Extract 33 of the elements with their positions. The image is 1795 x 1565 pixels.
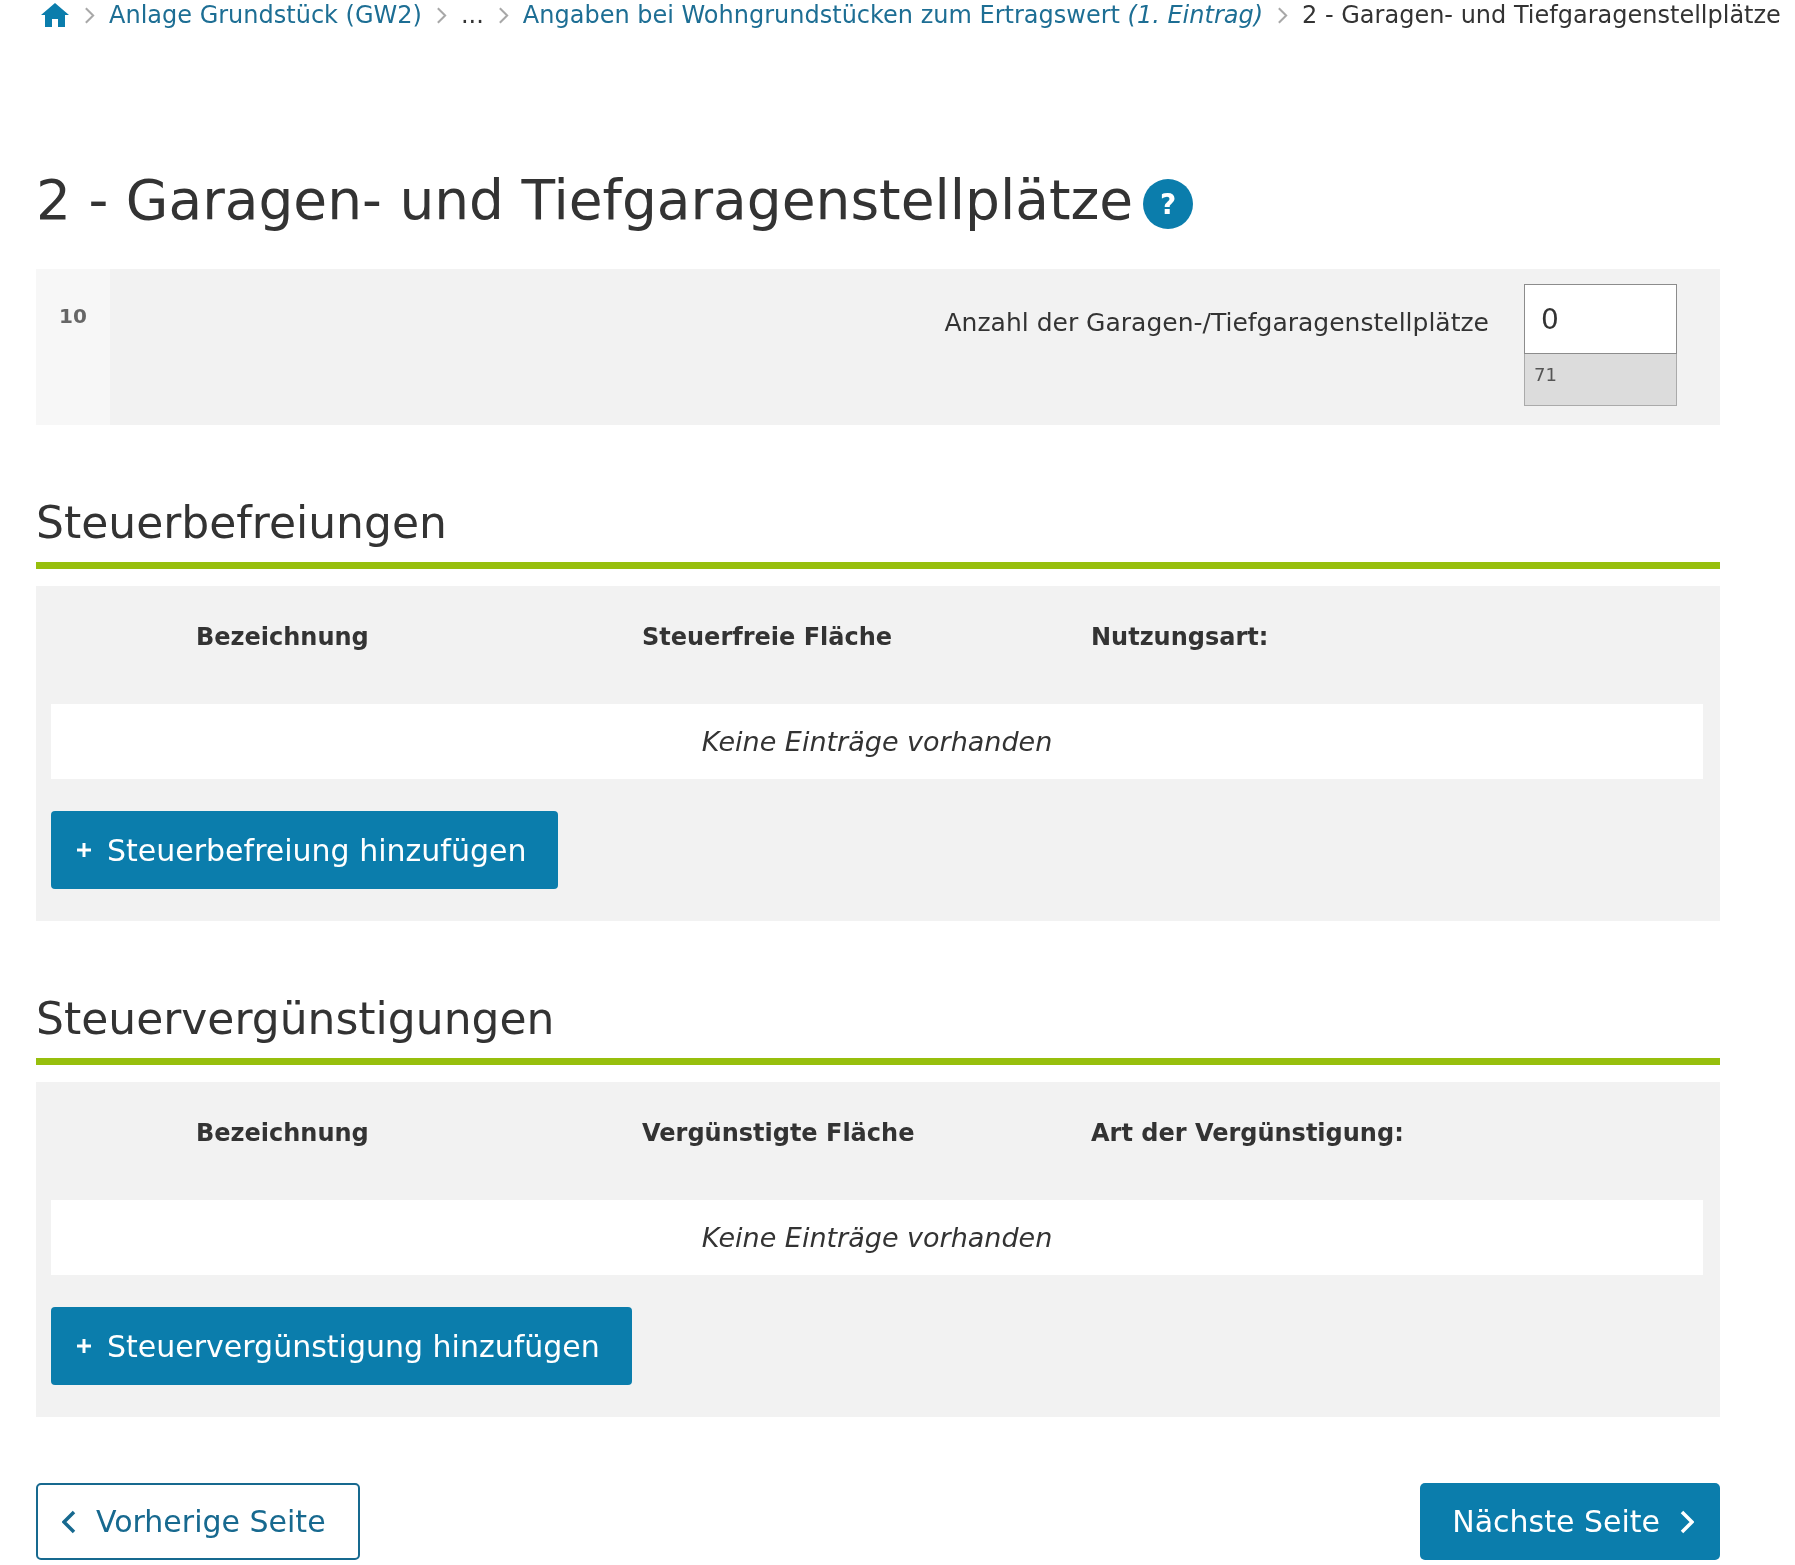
field-label: Anzahl der Garagen-/Tiefgaragenstellplätze (944, 308, 1489, 338)
column-header: Steuerfreie Fläche (642, 623, 893, 651)
home-icon[interactable] (40, 2, 70, 28)
page-title: 2 - Garagen- und Tiefgaragenstellplätze (36, 168, 1134, 232)
count-input[interactable]: 0 (1524, 284, 1677, 354)
add-button[interactable]: Steuerbefreiung hinzufügen (51, 811, 559, 889)
line-number: 10 (59, 304, 87, 328)
breadcrumb-ellipsis[interactable]: ... (460, 1, 484, 29)
plus-icon (77, 843, 91, 857)
section-heading: Steuervergünstigungen (36, 992, 555, 1045)
chevron-left-icon (62, 1509, 76, 1534)
column-header: Nutzungsart: (1091, 623, 1269, 651)
chevron-right-icon (1277, 5, 1289, 25)
add-button[interactable]: Steuervergünstigung hinzufügen (51, 1307, 632, 1385)
previous-page-button[interactable]: Vorherige Seite (36, 1483, 360, 1560)
column-header: Bezeichnung (196, 1119, 369, 1147)
empty-table-message: Keine Einträge vorhanden (51, 704, 1703, 779)
breadcrumb-link[interactable]: Anlage Grundstück (GW2) (109, 1, 422, 29)
help-button[interactable]: ? (1143, 179, 1194, 229)
column-header: Art der Vergünstigung: (1091, 1119, 1404, 1147)
plus-icon (77, 1339, 91, 1353)
breadcrumb-current: 2 - Garagen- und Tiefgaragenstellplätze (1302, 1, 1781, 29)
empty-table-message: Keine Einträge vorhanden (51, 1200, 1703, 1275)
breadcrumb-link[interactable]: Angaben bei Wohngrundstücken zum Ertragswert (1. Eintrag) (522, 1, 1264, 29)
chevron-right-icon (84, 5, 95, 25)
column-header: Vergünstigte Fläche (642, 1119, 915, 1147)
chevron-right-icon (1680, 1509, 1694, 1534)
chevron-right-icon (497, 5, 509, 25)
column-header: Bezeichnung (196, 623, 369, 651)
next-page-button[interactable]: Nächste Seite (1420, 1483, 1720, 1560)
section-heading: Steuerbefreiungen (36, 496, 447, 549)
chevron-right-icon (435, 5, 447, 25)
field-code: 71 (1524, 354, 1677, 406)
